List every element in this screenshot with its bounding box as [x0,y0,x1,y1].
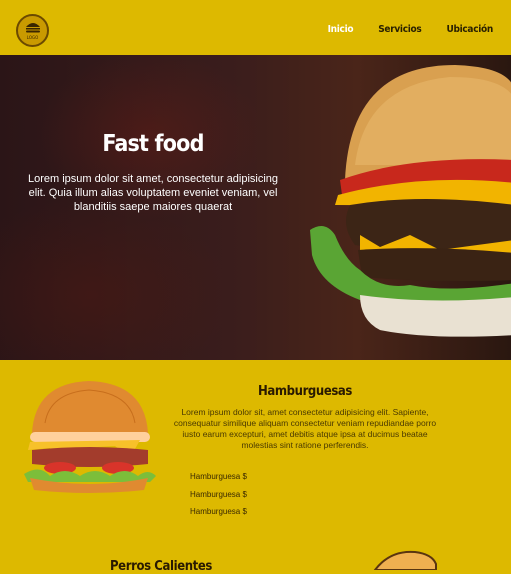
hotdog-illustration [373,550,437,570]
burger-illustration [24,381,156,493]
price-list-item: Hamburguesa $ [190,472,247,481]
hamburguesas-description: Lorem ipsum dolor sit, amet consectetur … [173,407,437,450]
nav-link-servicios[interactable]: Servicios [378,24,422,35]
hamburguesas-section: Hamburguesas Lorem ipsum dolor sit, amet… [0,360,511,574]
price-list-item: Hamburguesa $ [190,507,247,516]
hero-burger-image [310,65,511,337]
nav-link-inicio[interactable]: Inicio [328,24,354,35]
hamburguesas-title: Hamburguesas [258,384,352,399]
hamburguesas-price-list: Hamburguesa $ Hamburguesa $ Hamburguesa … [190,468,247,521]
navbar: LOGO Inicio Servicios Ubicación [0,0,511,55]
perros-calientes-title: Perros Calientes [110,559,212,574]
nav-link-ubicacion[interactable]: Ubicación [446,24,493,35]
hero-description: Lorem ipsum dolor sit amet, consectetur … [27,173,279,213]
logo-text: LOGO [26,35,39,40]
burger-logo-icon [26,23,40,33]
nav-links: Inicio Servicios Ubicación [328,24,494,35]
hero-banner: Fast food Lorem ipsum dolor sit amet, co… [0,55,511,360]
hero-title: Fast food [102,131,204,157]
logo[interactable]: LOGO [16,14,49,47]
price-list-item: Hamburguesa $ [190,489,247,499]
